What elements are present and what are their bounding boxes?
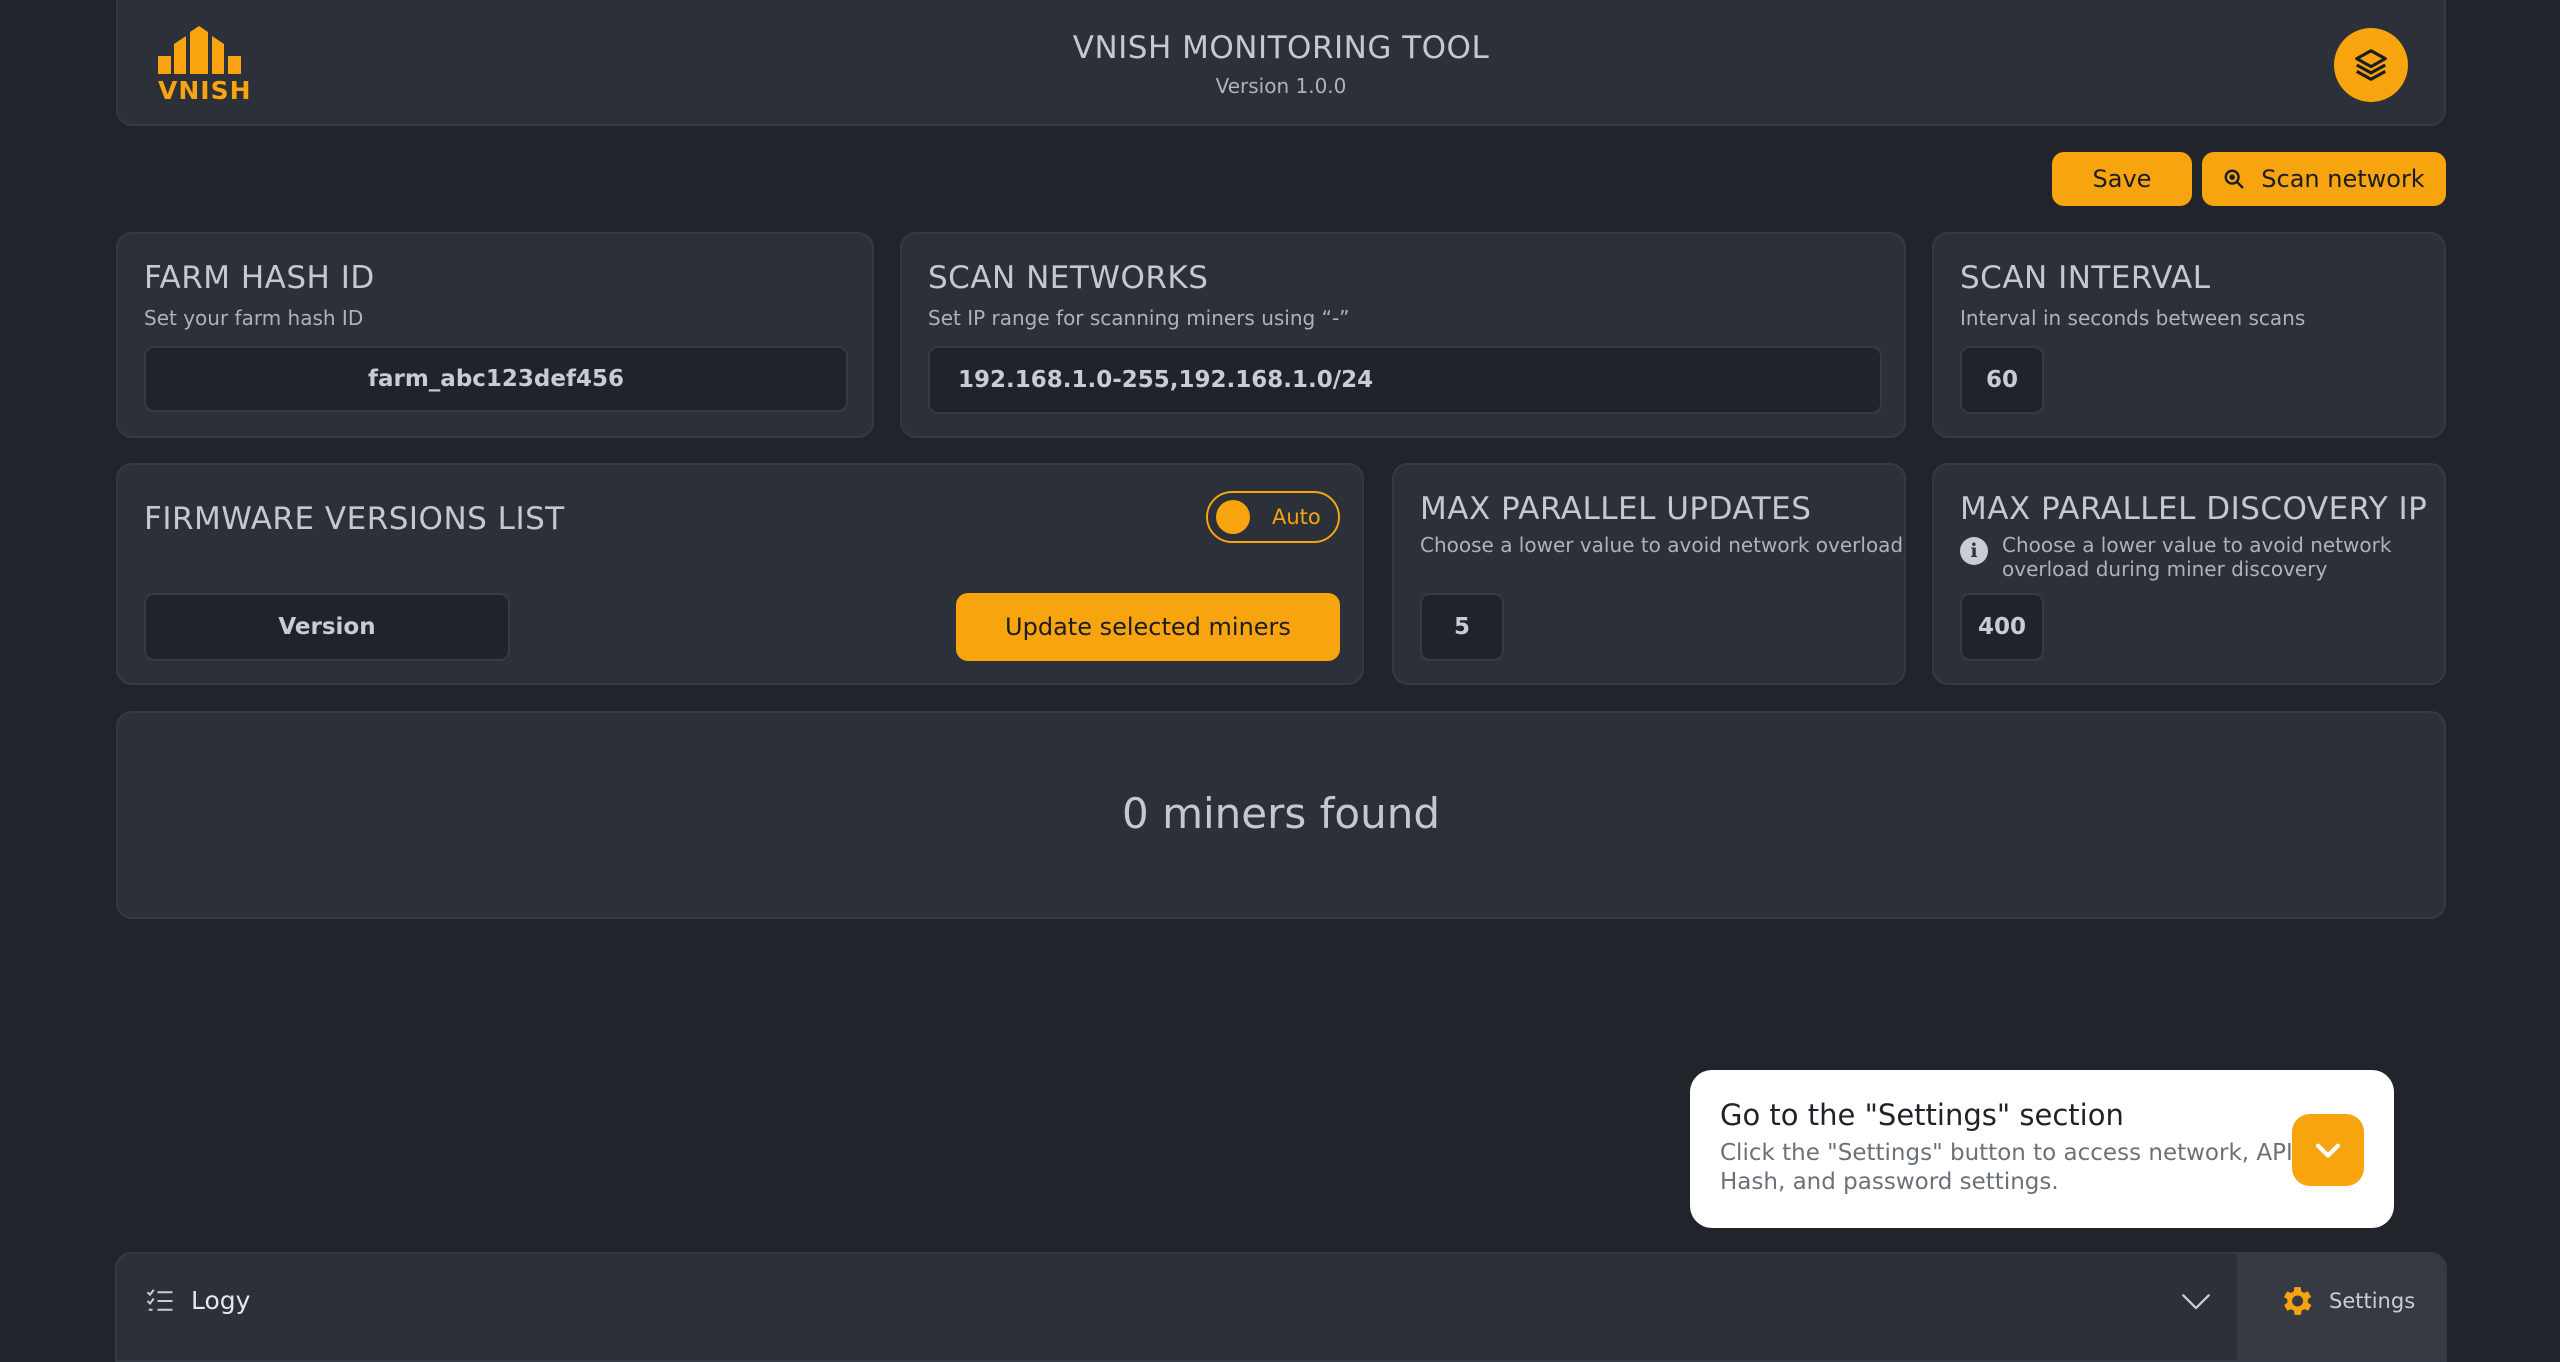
logs-expand-chevron-icon[interactable] <box>2179 1284 2213 1318</box>
scan-interval-card: SCAN INTERVAL Interval in seconds betwee… <box>1932 232 2446 438</box>
logs-label[interactable]: Logy <box>191 1286 250 1315</box>
max-discovery-title: MAX PARALLEL DISCOVERY IP <box>1960 491 2428 527</box>
farm-hash-card: FARM HASH ID Set your farm hash ID farm_… <box>116 232 874 438</box>
max-discovery-subtitle-line2: overload during miner discovery <box>2002 557 2328 581</box>
gear-icon <box>2283 1287 2312 1315</box>
update-selected-button[interactable]: Update selected miners <box>956 593 1340 661</box>
auto-toggle[interactable]: Auto <box>1206 491 1340 543</box>
hint-collapse-button[interactable] <box>2292 1114 2364 1186</box>
scan-interval-title: SCAN INTERVAL <box>1960 260 2211 296</box>
scan-networks-subtitle: Set IP range for scanning miners using “… <box>928 306 1350 330</box>
farm-hash-subtitle: Set your farm hash ID <box>144 306 364 330</box>
scan-network-button[interactable]: Scan network <box>2202 152 2446 206</box>
scan-networks-value: 192.168.1.0-255,192.168.1.0/24 <box>958 367 1374 393</box>
checklist-icon <box>146 1289 173 1311</box>
layers-button[interactable] <box>2334 28 2408 102</box>
max-updates-value: 5 <box>1453 614 1470 640</box>
scan-networks-title: SCAN NETWORKS <box>928 260 1209 296</box>
chevron-down-icon <box>2315 1143 2341 1158</box>
scan-icon <box>2224 169 2244 189</box>
settings-button[interactable]: Settings <box>2237 1254 2445 1360</box>
version-select[interactable]: Version <box>144 593 510 661</box>
scan-network-label: Scan network <box>2261 165 2425 193</box>
hint-body-line2: Hash, and password settings. <box>1720 1169 2059 1195</box>
toggle-knob <box>1216 500 1250 534</box>
scan-interval-subtitle: Interval in seconds between scans <box>1960 306 2306 330</box>
firmware-card: FIRMWARE VERSIONS LIST Auto Version Upda… <box>116 463 1364 685</box>
settings-label: Settings <box>2329 1289 2416 1313</box>
max-discovery-card: MAX PARALLEL DISCOVERY IP i Choose a low… <box>1932 463 2446 685</box>
farm-hash-value: farm_abc123def456 <box>367 366 625 392</box>
version-placeholder: Version <box>278 614 376 640</box>
miners-panel: 0 miners found <box>116 711 2446 919</box>
max-discovery-input[interactable]: 400 <box>1960 593 2044 661</box>
scan-networks-card: SCAN NETWORKS Set IP range for scanning … <box>900 232 1906 438</box>
header-bar: VNISH VNISH MONITORING TOOL Version 1.0.… <box>116 0 2446 126</box>
max-updates-input[interactable]: 5 <box>1420 593 1504 661</box>
info-icon: i <box>1960 537 1988 565</box>
miners-count-text: 0 miners found <box>1122 789 1440 838</box>
scan-interval-value: 60 <box>1985 367 2018 393</box>
farm-hash-input[interactable]: farm_abc123def456 <box>144 346 848 412</box>
max-updates-card: MAX PARALLEL UPDATES Choose a lower valu… <box>1392 463 1906 685</box>
auto-toggle-label: Auto <box>1272 505 1321 529</box>
max-updates-subtitle: Choose a lower value to avoid network ov… <box>1420 533 1904 557</box>
app-title: VNISH MONITORING TOOL <box>1072 30 1490 66</box>
logs-bar: Logy Settings <box>115 1252 2447 1362</box>
max-discovery-value: 400 <box>1977 614 2026 640</box>
hint-body-line1: Click the "Settings" button to access ne… <box>1720 1140 2301 1166</box>
settings-hint-popup: Go to the "Settings" section Click the "… <box>1690 1070 2394 1228</box>
layers-icon <box>2355 49 2387 81</box>
save-button[interactable]: Save <box>2052 152 2192 206</box>
hint-title: Go to the "Settings" section <box>1720 1098 2124 1132</box>
app-version: Version 1.0.0 <box>1215 74 1347 98</box>
max-updates-title: MAX PARALLEL UPDATES <box>1420 491 1812 527</box>
scan-interval-input[interactable]: 60 <box>1960 346 2044 414</box>
firmware-title: FIRMWARE VERSIONS LIST <box>144 501 565 537</box>
farm-hash-title: FARM HASH ID <box>144 260 375 296</box>
scan-networks-input[interactable]: 192.168.1.0-255,192.168.1.0/24 <box>928 346 1882 414</box>
max-discovery-subtitle-line1: Choose a lower value to avoid network <box>2002 533 2392 557</box>
